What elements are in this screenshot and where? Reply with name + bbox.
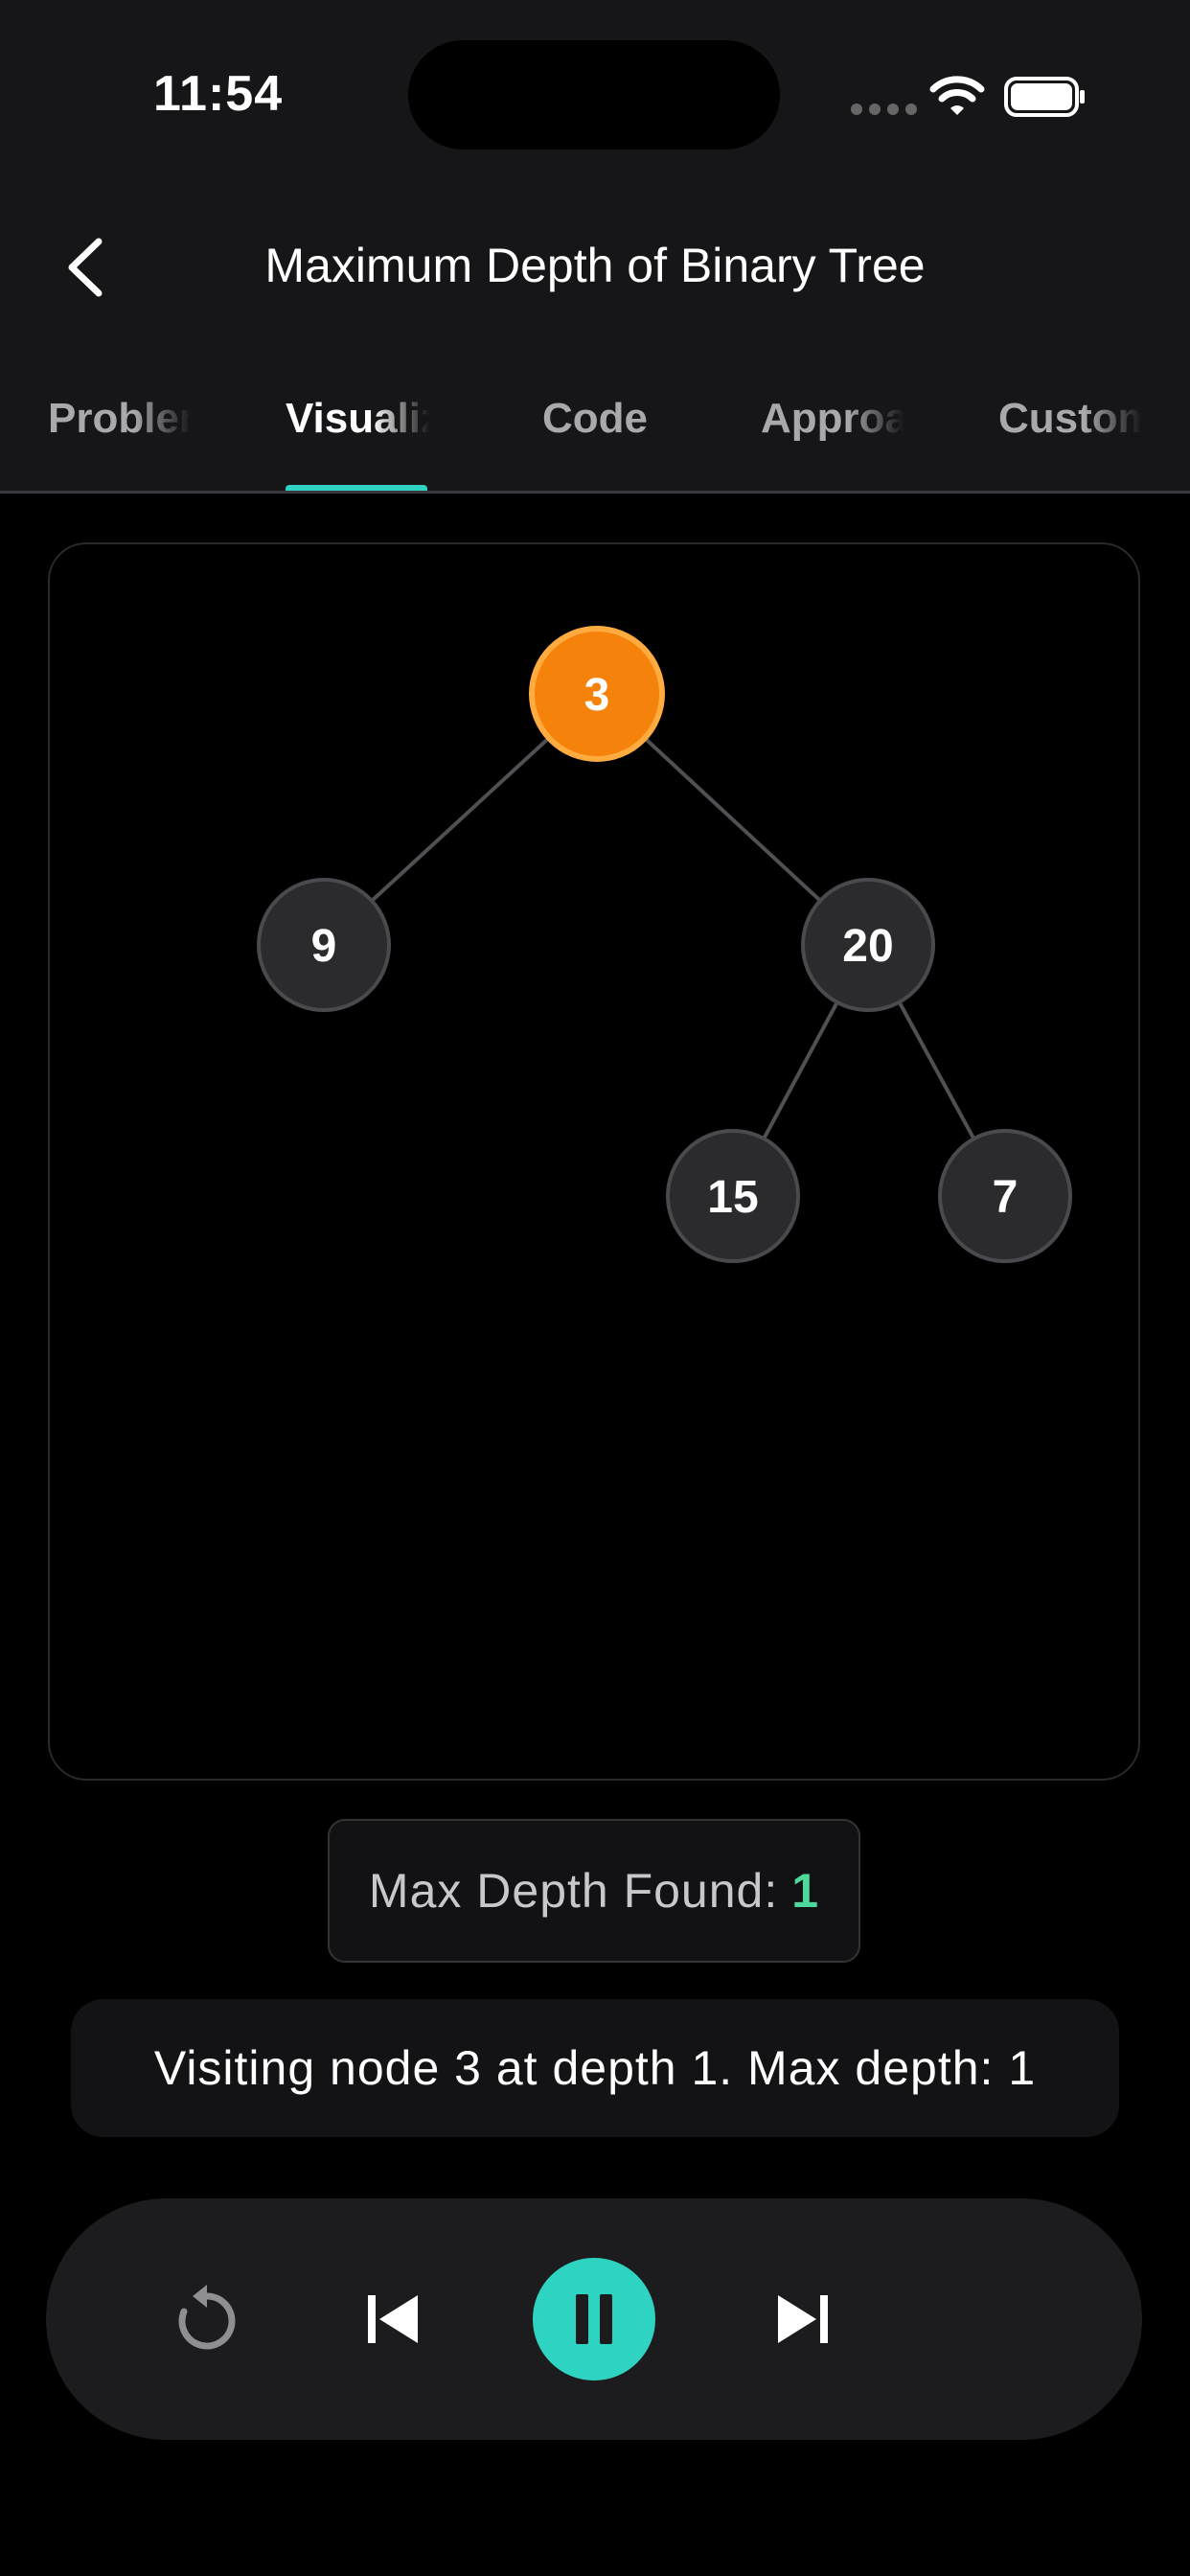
restart-icon (178, 2285, 236, 2350)
skip-next-icon (778, 2295, 828, 2343)
max-depth-label: Max Depth Found: (368, 1864, 779, 1918)
max-depth-box: Max Depth Found: 1 (328, 1819, 860, 1963)
tree-node-label: 7 (993, 1172, 1018, 1223)
tab-approach[interactable]: Approach (761, 376, 904, 462)
tree-canvas: 3 9 20 15 7 (257, 626, 1072, 1263)
app-header: 11:54 Maximum Depth of Binary Tree Probl… (0, 0, 1190, 493)
tab-problem[interactable]: Problem (48, 376, 192, 462)
max-depth-value: 1 (791, 1864, 820, 1918)
tree-node-9: 9 (257, 878, 391, 1012)
battery-icon (1004, 77, 1085, 117)
cellular-signal-icon (851, 104, 917, 115)
tab-code[interactable]: Code (523, 376, 667, 462)
status-time: 11:54 (153, 66, 284, 122)
step-message-text: Visiting node 3 at depth 1. Max depth: 1 (153, 2041, 1037, 2095)
tree-node-label: 20 (842, 921, 893, 972)
playback-controls (46, 2198, 1142, 2440)
pause-icon (576, 2294, 612, 2344)
step-message: Visiting node 3 at depth 1. Max depth: 1 (71, 1999, 1119, 2137)
tree-node-label: 9 (311, 921, 337, 972)
tab-visualize[interactable]: Visualize (286, 376, 429, 462)
pause-button[interactable] (533, 2258, 655, 2380)
tree-node-label: 15 (707, 1172, 758, 1223)
tree-node-15: 15 (666, 1129, 800, 1263)
tab-bar: Problem Visualize Code Approach Custom (0, 376, 1190, 493)
tab-custom[interactable]: Custom (998, 376, 1142, 462)
chevron-left-icon (68, 238, 103, 297)
dynamic-island (408, 40, 780, 150)
tree-visualization: 3 9 20 15 7 (48, 542, 1140, 1781)
tree-node-3: 3 (529, 626, 665, 762)
tree-node-7: 7 (938, 1129, 1072, 1263)
next-step-button[interactable] (755, 2271, 851, 2367)
tree-node-20: 20 (801, 878, 935, 1012)
wifi-icon (929, 76, 985, 115)
restart-button[interactable] (159, 2271, 255, 2367)
tree-node-label: 3 (584, 670, 610, 721)
skip-previous-icon (368, 2295, 418, 2343)
tab-divider (0, 491, 1190, 494)
previous-step-button[interactable] (345, 2271, 441, 2367)
page-title: Maximum Depth of Binary Tree (264, 239, 926, 292)
back-button[interactable] (52, 224, 119, 310)
